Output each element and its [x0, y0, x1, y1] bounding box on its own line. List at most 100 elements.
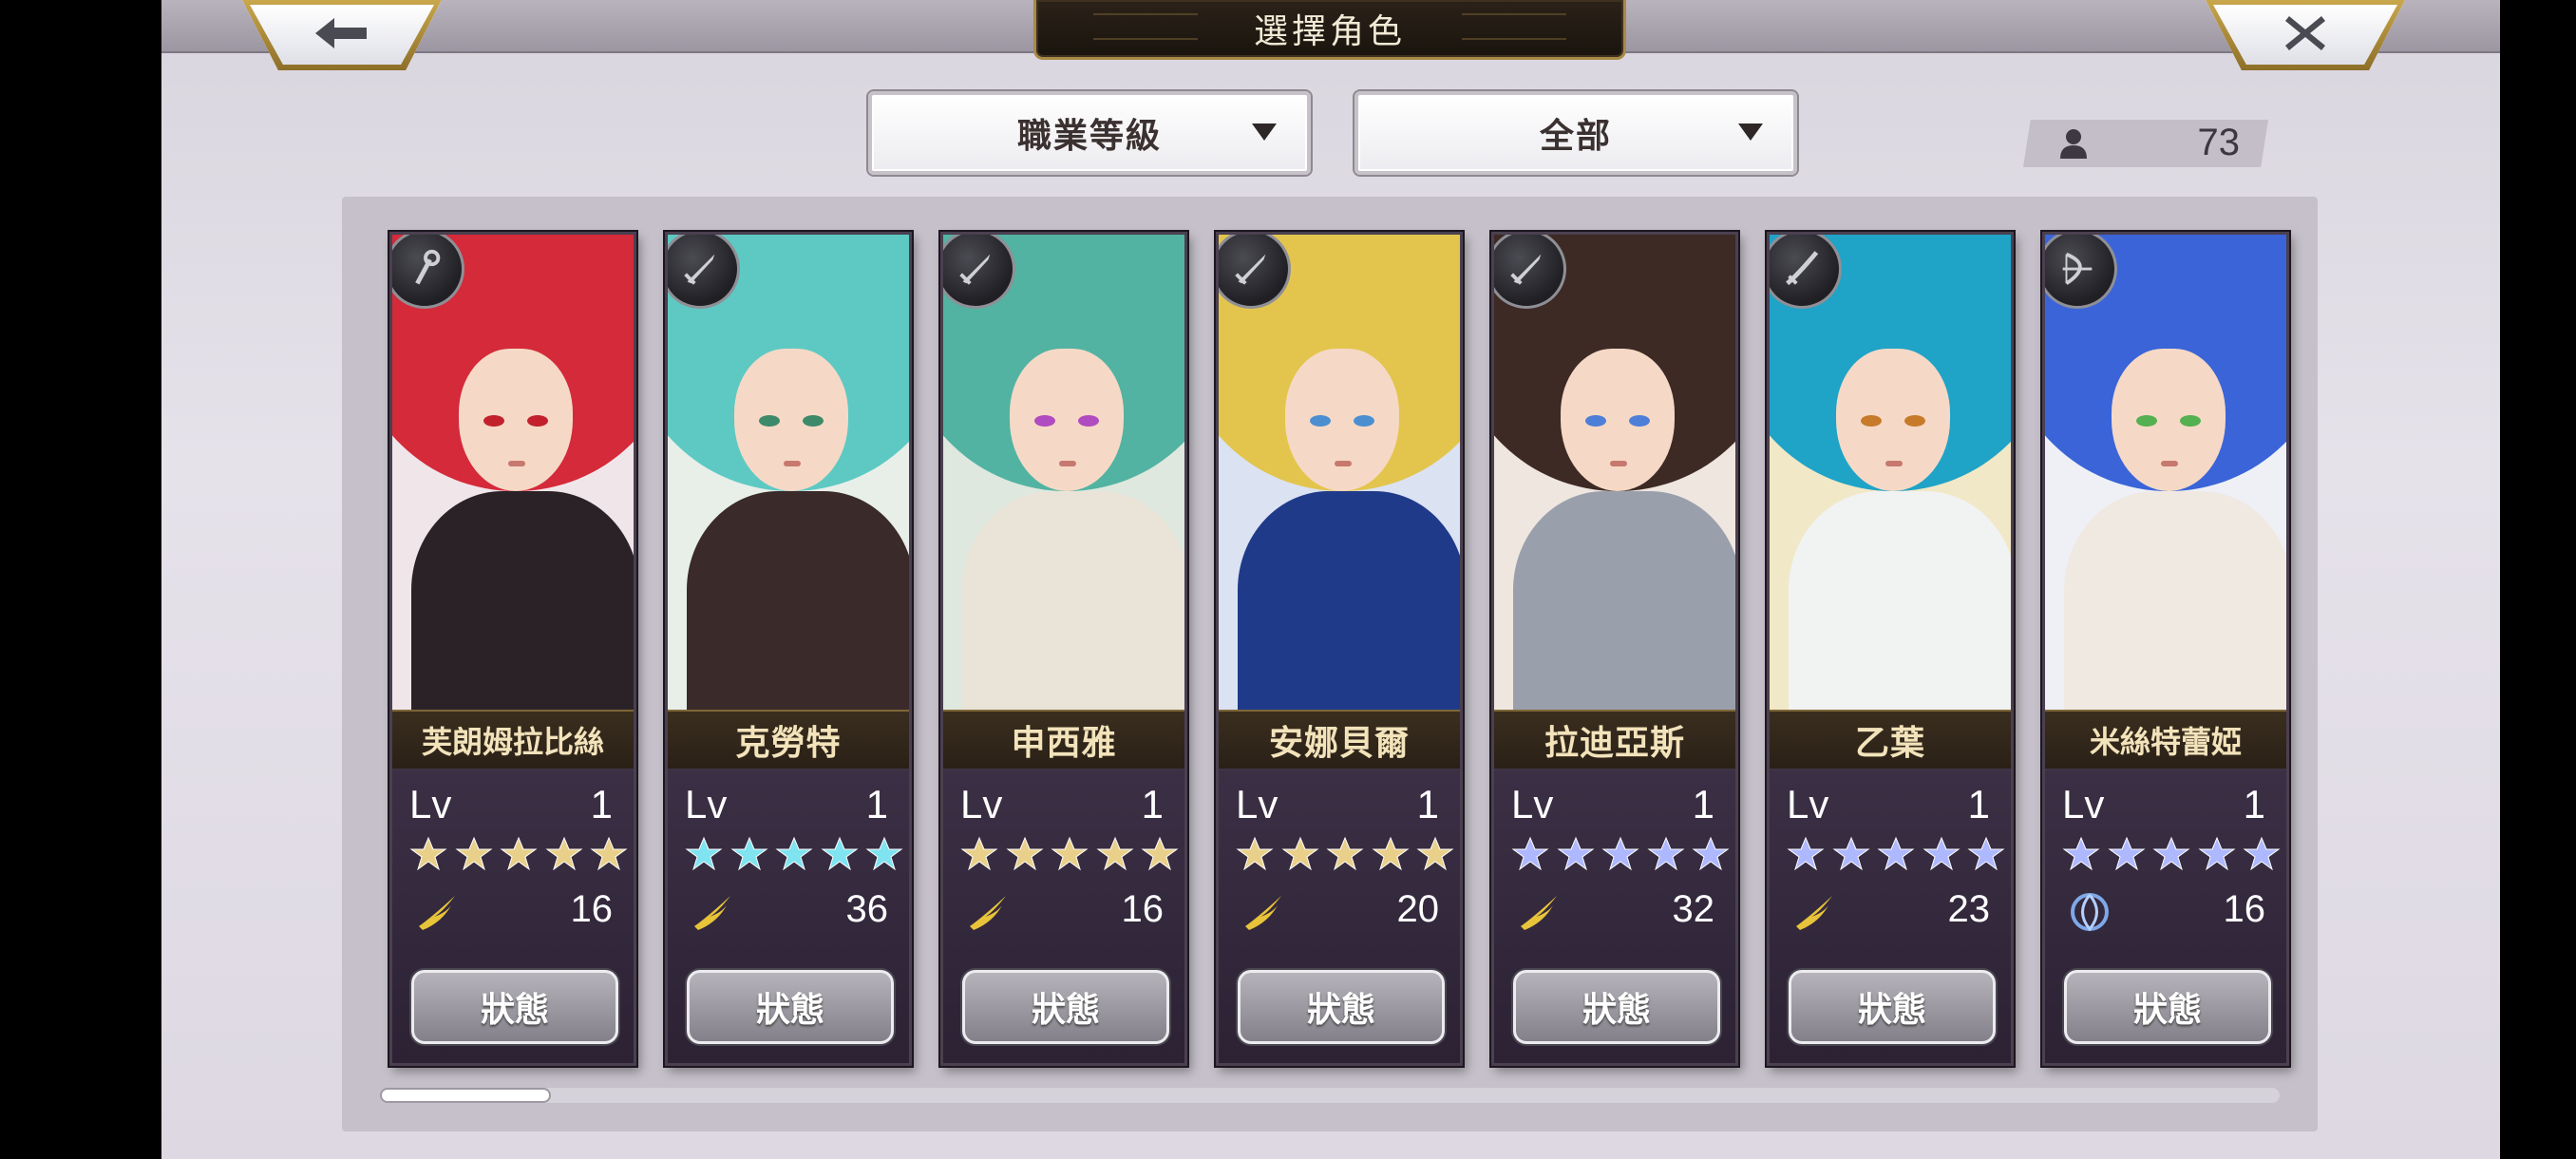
character-info: Lv 1 16 狀態 [943, 769, 1184, 1063]
character-info: Lv 1 23 狀態 [1770, 769, 2011, 1063]
character-card[interactable]: 乙葉 Lv 1 23 狀態 [1767, 232, 2014, 1066]
star-icon [1416, 835, 1454, 877]
character-name-bar: 乙葉 [1770, 710, 2011, 770]
star-icon [1051, 835, 1089, 877]
rarity-stars [1511, 835, 1730, 877]
rarity-stars [1787, 835, 2005, 877]
rarity-stars [1236, 835, 1454, 877]
power-value: 36 [845, 888, 889, 930]
star-icon [1371, 835, 1410, 877]
star-icon [2152, 835, 2190, 877]
sort-dropdown[interactable]: 職業等級 [868, 91, 1311, 175]
rarity-stars [685, 835, 903, 877]
close-button[interactable] [2206, 0, 2405, 70]
character-name: 克勞特 [735, 723, 842, 763]
level-label: Lv [1236, 782, 1279, 826]
status-button-label: 狀態 [1031, 990, 1100, 1030]
level-label: Lv [1787, 782, 1829, 826]
character-name: 安娜貝爾 [1268, 723, 1410, 763]
arrow-left-icon [315, 18, 367, 48]
status-button[interactable]: 狀態 [2064, 970, 2271, 1044]
star-icon [1967, 835, 2005, 877]
power-value: 32 [1672, 888, 1715, 930]
star-icon [1646, 835, 1685, 877]
star-icon [865, 835, 903, 877]
horizontal-scrollbar[interactable] [380, 1088, 2280, 1103]
star-icon [775, 835, 813, 877]
page-title: 選擇角色 [1253, 12, 1406, 51]
star-icon [820, 835, 859, 877]
power-value: 16 [1121, 888, 1165, 930]
star-icon [409, 835, 447, 877]
character-name-bar: 克勞特 [668, 710, 909, 770]
character-card[interactable]: 芙朗姆拉比絲 Lv 1 16 狀態 [389, 232, 636, 1066]
status-button-label: 狀態 [1582, 990, 1651, 1030]
star-icon [500, 835, 538, 877]
status-button-label: 狀態 [480, 990, 549, 1030]
star-icon [1692, 835, 1730, 877]
character-info: Lv 1 20 狀態 [1219, 769, 1460, 1063]
star-icon [1922, 835, 1960, 877]
character-name: 乙葉 [1854, 723, 1925, 763]
character-info: Lv 1 16 狀態 [392, 769, 634, 1063]
back-button[interactable] [242, 0, 442, 70]
character-info: Lv 1 32 狀態 [1494, 769, 1735, 1063]
star-icon [1005, 835, 1044, 877]
roster-count: 73 [2023, 120, 2268, 167]
star-icon [685, 835, 723, 877]
character-card[interactable]: 克勞特 Lv 1 36 狀態 [665, 232, 912, 1066]
character-name-bar: 拉迪亞斯 [1494, 710, 1735, 770]
level-value: 1 [1692, 782, 1714, 826]
person-icon [2060, 129, 2087, 159]
level-label: Lv [1511, 782, 1554, 826]
level-value: 1 [590, 782, 613, 826]
status-button[interactable]: 狀態 [687, 970, 894, 1044]
status-button[interactable]: 狀態 [1238, 970, 1445, 1044]
character-info: Lv 1 36 狀態 [668, 769, 909, 1063]
scrollbar-thumb[interactable] [380, 1088, 551, 1103]
roster-count-value: 73 [2197, 122, 2241, 163]
category-dropdown[interactable]: 全部 [1354, 91, 1797, 175]
star-icon [2197, 835, 2236, 877]
status-button[interactable]: 狀態 [1513, 970, 1720, 1044]
level-value: 1 [2243, 782, 2265, 826]
character-name: 申西雅 [1011, 723, 1117, 763]
status-button-label: 狀態 [2132, 990, 2202, 1030]
level-label: Lv [960, 782, 1003, 826]
water-element-icon [2071, 893, 2109, 932]
star-icon [1236, 835, 1274, 877]
character-name: 芙朗姆拉比絲 [421, 724, 604, 760]
wind-element-icon [1521, 896, 1557, 930]
character-name-bar: 安娜貝爾 [1219, 710, 1460, 770]
star-icon [454, 835, 493, 877]
character-card[interactable]: 申西雅 Lv 1 16 狀態 [940, 232, 1187, 1066]
star-icon [2107, 835, 2146, 877]
star-icon [1095, 835, 1134, 877]
star-icon [590, 835, 628, 877]
character-card[interactable]: 拉迪亞斯 Lv 1 32 狀態 [1491, 232, 1738, 1066]
game-screen: 選擇角色 職業等級 全部 73 芙朗姆拉比絲 Lv 1 16 狀態 克勞特 Lv 1 36 狀態申… [161, 0, 2500, 1159]
star-icon [729, 835, 768, 877]
character-info: Lv 1 16 狀態 [2045, 769, 2286, 1063]
power-value: 23 [1947, 888, 1991, 930]
close-icon [2285, 16, 2325, 50]
power-value: 20 [1396, 888, 1440, 930]
character-card[interactable]: 安娜貝爾 Lv 1 20 狀態 [1216, 232, 1463, 1066]
level-value: 1 [1967, 782, 1990, 826]
rarity-stars [409, 835, 628, 877]
status-button[interactable]: 狀態 [1789, 970, 1996, 1044]
chevron-down-icon [1738, 124, 1763, 141]
rarity-stars [960, 835, 1179, 877]
status-button[interactable]: 狀態 [962, 970, 1169, 1044]
title-plate: 選擇角色 [1033, 0, 1626, 60]
character-card[interactable]: 米絲特蕾婭 Lv 1 16 狀態 [2042, 232, 2289, 1066]
category-dropdown-label: 全部 [1539, 116, 1612, 156]
wind-element-icon [419, 896, 455, 930]
status-button-label: 狀態 [1857, 990, 1926, 1030]
star-icon [1511, 835, 1549, 877]
character-name: 米絲特蕾婭 [2089, 724, 2242, 760]
star-icon [1326, 835, 1364, 877]
status-button[interactable]: 狀態 [411, 970, 618, 1044]
character-name-bar: 芙朗姆拉比絲 [392, 710, 634, 770]
rarity-stars [2062, 835, 2281, 877]
